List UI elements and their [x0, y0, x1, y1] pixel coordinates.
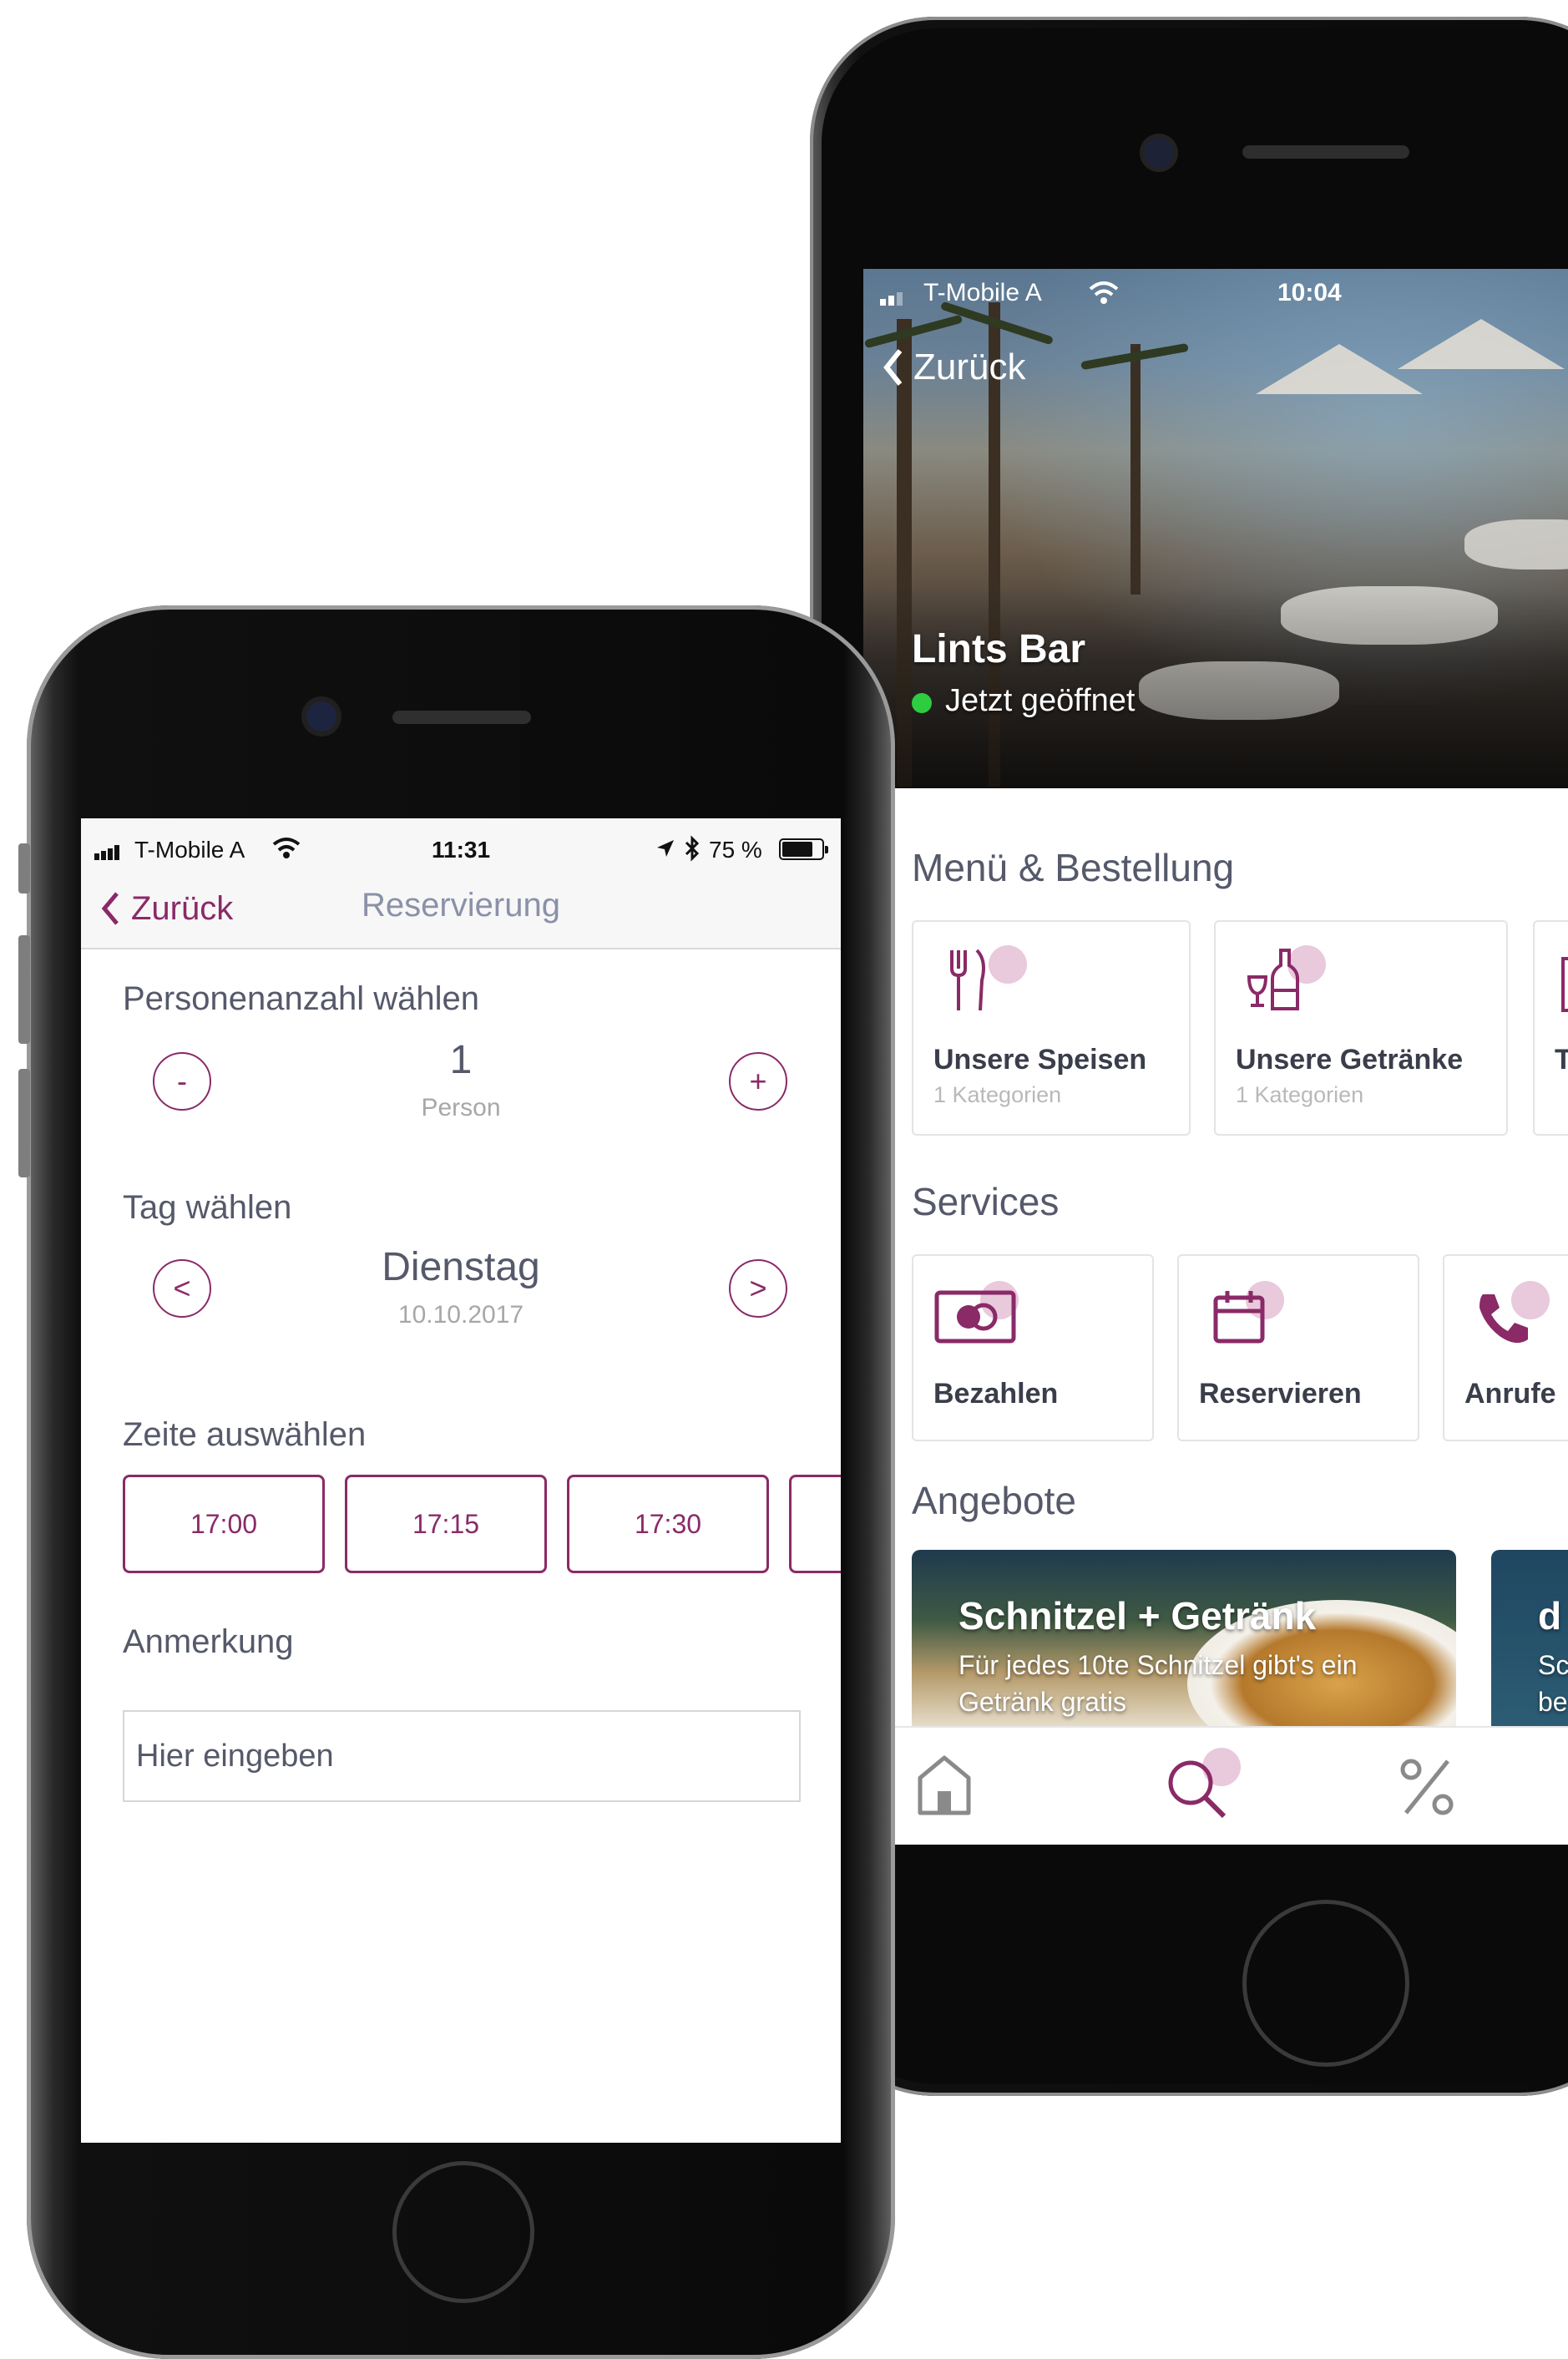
back-button-label: Zurück: [913, 347, 1026, 387]
search-icon[interactable]: [1166, 1758, 1229, 1821]
menu-card-subtitle: 1 Kategorien: [933, 1082, 1062, 1107]
previous-day-button[interactable]: <: [153, 1259, 211, 1318]
day-label: Tag wählen: [123, 1189, 292, 1226]
menu-card-title: Unsere Getränke: [1236, 1044, 1464, 1076]
back-phone-speaker: [1242, 145, 1409, 159]
next-day-button[interactable]: >: [729, 1259, 787, 1318]
carrier-label: T-Mobile A: [134, 837, 245, 863]
service-card-title: Reservieren: [1199, 1378, 1362, 1410]
menu-card-drinks[interactable]: Unsere Getränke 1 Kategorien: [1214, 920, 1508, 1136]
front-phone-speaker: [392, 711, 531, 724]
offer-text: Sc be: [1538, 1650, 1568, 1717]
persons-count: 1: [449, 1038, 473, 1082]
back-phone-screen: T-Mobile A 10:04 Zurück Lints Bar Jetzt …: [863, 269, 1568, 1845]
service-card-title: Bezahlen: [933, 1378, 1059, 1410]
volume-up-button[interactable]: [18, 935, 30, 1044]
offer-text: Für jedes 10te Schnitzel gibt's ein Getr…: [959, 1650, 1358, 1717]
selected-weekday: Dienstag: [382, 1245, 540, 1289]
front-phone-screen: T-Mobile A 11:31 75 % Zurück Reservierun…: [81, 818, 841, 2143]
page-title: Reservierung: [362, 887, 560, 924]
venue-hero-image: T-Mobile A 10:04 Zurück Lints Bar Jetzt …: [863, 269, 1568, 788]
status-time: 11:31: [432, 837, 491, 863]
open-status-dot: [912, 693, 932, 713]
increment-persons-button[interactable]: +: [729, 1052, 787, 1111]
services-section-title: Services: [912, 1180, 1060, 1223]
persons-label: Personenanzahl wählen: [123, 980, 479, 1017]
carrier-label: T-Mobile A: [923, 279, 1042, 306]
bluetooth-icon: [685, 835, 700, 862]
service-card-title: Anrufe: [1464, 1378, 1556, 1410]
service-card-pay[interactable]: Bezahlen: [912, 1254, 1154, 1441]
navigation-bar: T-Mobile A 11:31 75 % Zurück Reservierun…: [81, 818, 841, 949]
wifi-icon: [272, 838, 301, 858]
mute-switch[interactable]: [18, 843, 30, 893]
drinks-icon: [1247, 949, 1299, 1010]
time-slot-button[interactable]: 17:15: [345, 1475, 547, 1573]
signal-icon: [880, 292, 913, 306]
front-phone-camera: [306, 701, 336, 731]
time-slot-button[interactable]: [789, 1475, 841, 1573]
offer-card-second[interactable]: d Sc be: [1491, 1550, 1568, 1726]
volume-down-button[interactable]: [18, 1069, 30, 1177]
front-phone-home-button[interactable]: [392, 2161, 534, 2303]
offer-card-schnitzel[interactable]: Schnitzel + Getränk Für jedes 10te Schni…: [912, 1550, 1456, 1726]
home-icon[interactable]: [915, 1753, 974, 1816]
wifi-icon: [1089, 281, 1119, 304]
back-phone-camera: [1144, 138, 1174, 168]
menu-card-icon: [1561, 957, 1568, 1012]
persons-unit: Person: [421, 1094, 501, 1121]
back-button[interactable]: Zurück: [882, 342, 1025, 392]
menu-card-subtitle: 1 Kategorien: [1236, 1082, 1364, 1107]
menu-card-title: T: [1555, 1044, 1568, 1076]
location-arrow-icon: [657, 840, 674, 857]
selected-date: 10.10.2017: [397, 1301, 524, 1329]
time-slot-button[interactable]: 17:30: [567, 1475, 769, 1573]
offer-title: d: [1538, 1594, 1562, 1638]
back-phone-home-button[interactable]: [1242, 1900, 1409, 2067]
open-status-text: Jetzt geöffnet: [945, 683, 1136, 718]
battery-icon: [779, 838, 828, 860]
battery-percent: 75 %: [709, 837, 762, 863]
menu-card-third[interactable]: T: [1533, 920, 1568, 1136]
service-card-reserve[interactable]: Reservieren: [1177, 1254, 1419, 1441]
times-label: Zeite auswählen: [123, 1416, 367, 1453]
note-label: Anmerkung: [123, 1623, 294, 1660]
tab-bar: [863, 1726, 1568, 1845]
phone-icon: [1479, 1294, 1528, 1344]
time-slot-button[interactable]: 17:00: [123, 1475, 325, 1573]
percent-icon[interactable]: [1399, 1758, 1454, 1816]
venue-name: Lints Bar: [912, 627, 1086, 671]
menu-card-title: Unsere Speisen: [933, 1044, 1147, 1076]
offer-title: Schnitzel + Getränk: [959, 1594, 1317, 1638]
payment-icon: [934, 1290, 1016, 1344]
signal-icon: [94, 845, 128, 860]
decrement-persons-button[interactable]: -: [153, 1052, 211, 1111]
service-card-call[interactable]: Anrufe: [1443, 1254, 1568, 1441]
menu-section-title: Menü & Bestellung: [912, 846, 1235, 889]
offers-section-title: Angebote: [912, 1479, 1076, 1522]
chevron-left-icon: [883, 349, 903, 386]
menu-card-food[interactable]: Unsere Speisen 1 Kategorien: [912, 920, 1191, 1136]
note-input[interactable]: Hier eingeben: [123, 1710, 801, 1802]
calendar-icon: [1213, 1291, 1265, 1344]
cutlery-icon: [950, 949, 985, 1011]
status-time: 10:04: [1277, 279, 1342, 306]
